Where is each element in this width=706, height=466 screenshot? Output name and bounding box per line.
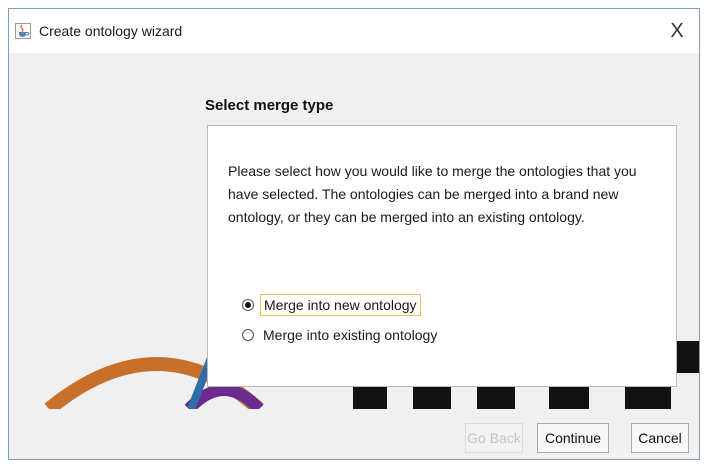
wizard-window: Create ontology wizard X Select merge ty…	[8, 8, 700, 460]
go-back-button[interactable]: Go Back	[465, 423, 523, 453]
page-title: Select merge type	[205, 97, 334, 114]
close-button[interactable]: X	[663, 17, 691, 45]
title-bar: Create ontology wizard X	[9, 9, 699, 53]
option-label: Merge into existing ontology	[263, 327, 438, 343]
window-title: Create ontology wizard	[39, 23, 183, 39]
description-text: Please select how you would like to merg…	[228, 163, 637, 225]
option-existing-ontology[interactable]: Merge into existing ontology	[242, 325, 440, 345]
continue-button[interactable]: Continue	[537, 423, 609, 453]
java-cup-icon	[15, 23, 31, 39]
option-new-ontology[interactable]: Merge into new ontology	[242, 294, 421, 316]
radio-existing-ontology[interactable]	[242, 329, 254, 341]
logo-letter-accent	[677, 341, 699, 373]
options-panel: Please select how you would like to merg…	[207, 125, 677, 387]
cancel-button[interactable]: Cancel	[631, 423, 689, 453]
option-label: Merge into new ontology	[260, 294, 421, 316]
radio-new-ontology[interactable]	[242, 299, 254, 311]
wizard-content: Select merge type Please select how you …	[9, 53, 699, 459]
